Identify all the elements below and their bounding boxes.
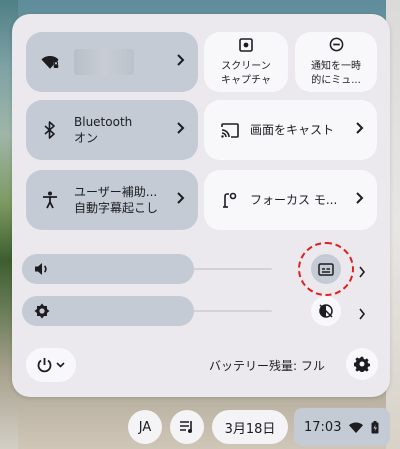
bluetooth-status: オン <box>74 131 99 145</box>
accessibility-tile[interactable]: ユーザー補助... 自動字幕起こし <box>26 170 198 230</box>
chevron-right-icon[interactable] <box>355 122 365 138</box>
highlight-ring <box>298 242 354 296</box>
focus-mode-label: フォーカス モ... <box>250 193 338 207</box>
date-tray[interactable]: 3月18日 <box>212 410 288 444</box>
accessibility-title: ユーザー補助... <box>74 185 158 199</box>
chevron-right-icon[interactable] <box>176 54 186 70</box>
gear-icon <box>354 356 370 372</box>
screen-capture-label-2: キャプチャ <box>221 74 271 86</box>
bluetooth-tile[interactable]: Bluetooth オン <box>26 100 198 160</box>
volume-slider-track[interactable] <box>192 268 272 270</box>
chevron-right-icon[interactable] <box>176 192 186 208</box>
network-tile[interactable] <box>26 32 198 92</box>
battery-icon <box>371 420 379 434</box>
ime-indicator[interactable]: JA <box>128 410 162 444</box>
do-not-disturb-icon <box>329 37 344 56</box>
media-controls-button[interactable] <box>170 410 204 444</box>
brightness-icon <box>34 303 50 319</box>
brightness-slider-track[interactable] <box>192 310 272 312</box>
status-tray[interactable]: 17:03 <box>294 408 390 446</box>
cast-label: 画面をキャスト <box>250 123 335 137</box>
bluetooth-icon <box>40 120 60 140</box>
settings-button[interactable] <box>346 348 378 380</box>
power-icon <box>37 357 52 373</box>
cast-tile[interactable]: 画面をキャスト <box>204 100 377 160</box>
dnd-label-1: 通知を一時 <box>311 60 361 72</box>
screen-capture-label-1: スクリーン <box>221 60 271 72</box>
volume-icon <box>34 262 50 276</box>
accessibility-status: 自動字幕起こし <box>74 201 159 215</box>
volume-slider[interactable] <box>22 254 194 284</box>
brightness-slider[interactable] <box>22 296 194 326</box>
wifi-locked-icon <box>40 52 60 72</box>
chevron-right-icon[interactable] <box>355 192 365 208</box>
accessibility-icon <box>40 190 60 210</box>
screen-capture-tile[interactable]: スクリーン キャプチャ <box>204 32 288 92</box>
wifi-icon <box>349 422 364 433</box>
chevron-right-icon[interactable] <box>358 305 366 324</box>
battery-status: バッテリー残量: フル <box>209 359 325 373</box>
focus-mode-tile[interactable]: フォーカス モ... <box>204 170 377 230</box>
clock: 17:03 <box>304 419 342 435</box>
focus-mode-icon <box>220 190 240 210</box>
chevron-right-icon[interactable] <box>358 263 366 282</box>
network-name-redacted <box>74 49 134 75</box>
quick-settings-panel: スクリーン キャプチャ 通知を一時 的にミュ... Bluetooth オン 画… <box>12 14 390 397</box>
bluetooth-title: Bluetooth <box>74 115 133 129</box>
cast-icon <box>220 120 240 140</box>
night-light-button[interactable] <box>311 296 341 326</box>
power-button[interactable] <box>26 348 76 382</box>
do-not-disturb-tile[interactable]: 通知を一時 的にミュ... <box>295 32 377 92</box>
night-light-off-icon <box>318 303 334 319</box>
playlist-icon <box>179 420 195 434</box>
dnd-label-2: 的にミュ... <box>311 74 361 86</box>
chevron-right-icon[interactable] <box>176 122 186 138</box>
screen-capture-icon <box>239 37 253 56</box>
chevron-down-icon <box>56 362 65 368</box>
